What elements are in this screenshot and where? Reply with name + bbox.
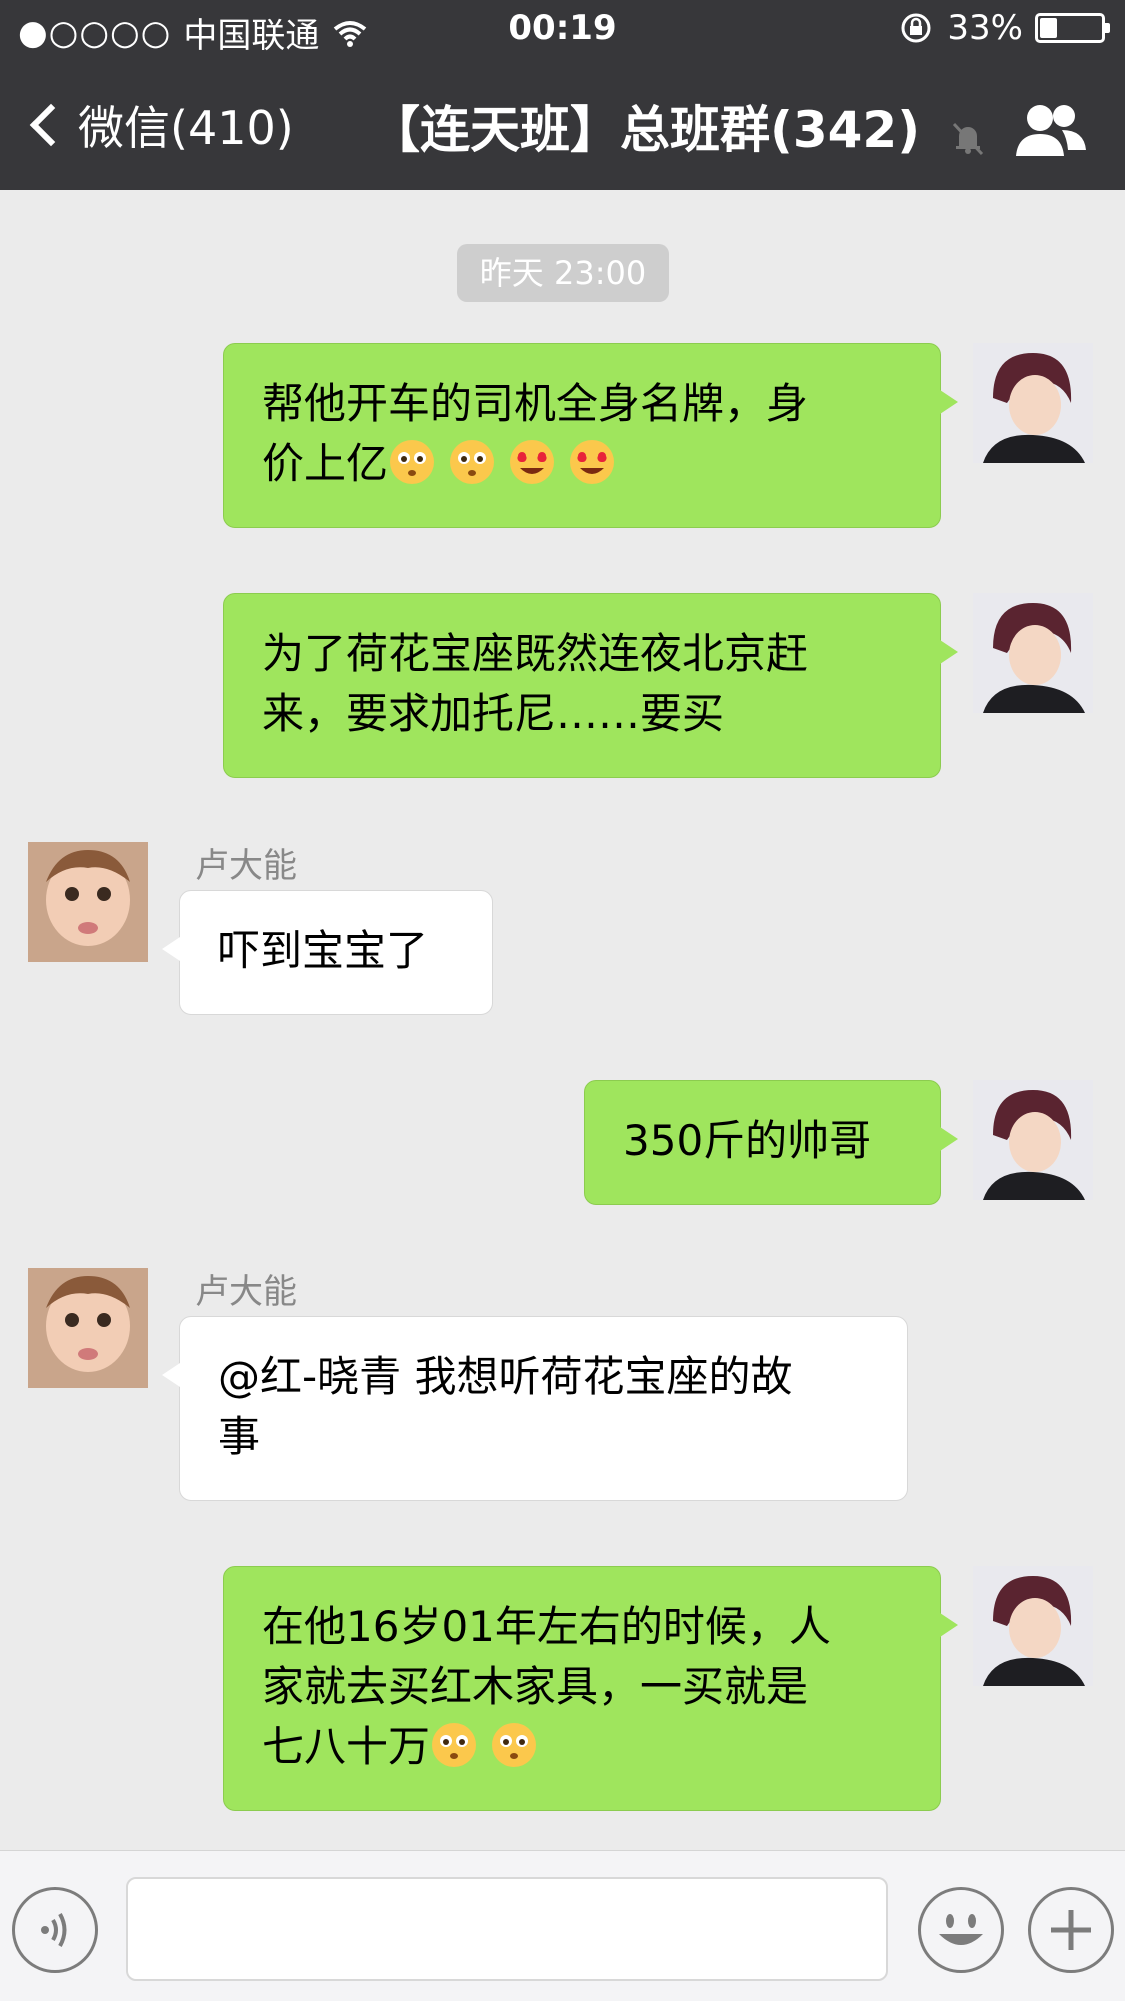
- message-text: 帮他开车的司机全身名牌，身: [262, 379, 809, 428]
- emoji-icon: [939, 1914, 983, 1945]
- chat-title: 【连天班】总班群(342): [370, 101, 921, 159]
- battery-percent: 33%: [947, 8, 1023, 48]
- message-text-line: 七八十万: [262, 1717, 902, 1777]
- nav-bar: 微信(410) 【连天班】总班群(342): [0, 60, 1125, 190]
- avatar-contact[interactable]: [28, 1268, 148, 1388]
- heart-eyes-emoji-icon: [570, 440, 615, 484]
- heart-eyes-emoji-icon: [510, 440, 555, 484]
- avatar-me[interactable]: [973, 593, 1093, 713]
- input-bar: [0, 1850, 1125, 2001]
- flushed-face-emoji-icon: [390, 440, 435, 484]
- message-bubble-sent[interactable]: 350斤的帅哥: [584, 1080, 958, 1205]
- message-bubble-received[interactable]: @红-晓青 我想听荷花宝座的故 事: [162, 1316, 908, 1501]
- plus-icon: [1051, 1910, 1091, 1950]
- mute-bell-icon: [952, 122, 984, 156]
- message-text: 家就去买红木家具，一买就是: [262, 1662, 809, 1711]
- message-text: 在他16岁01年左右的时候，人: [262, 1602, 831, 1651]
- voice-icon: [41, 1913, 67, 1947]
- message-text: 来，要求加托尼……要买: [262, 689, 725, 738]
- avatar-me[interactable]: [973, 1566, 1093, 1686]
- message-text: 价上亿: [262, 439, 389, 488]
- voice-button[interactable]: [12, 1887, 98, 1973]
- back-button[interactable]: 微信(410): [24, 92, 294, 158]
- flushed-face-emoji-icon: [450, 440, 495, 484]
- battery-level: [1040, 18, 1058, 38]
- message-bubble-received[interactable]: 吓到宝宝了: [162, 890, 493, 1015]
- avatar-me[interactable]: [973, 343, 1093, 463]
- status-bar: ●○○○○ 中国联通 00:19 33%: [0, 0, 1125, 60]
- back-label: 微信(410): [78, 101, 294, 155]
- sender-name: 卢大能: [195, 846, 297, 886]
- message-bubble-sent[interactable]: 在他16岁01年左右的时候，人 家就去买红木家具，一买就是 七八十万: [223, 1566, 958, 1811]
- group-members-icon[interactable]: [1012, 100, 1088, 160]
- avatar-me[interactable]: [973, 1080, 1093, 1200]
- rotation-lock-icon: [901, 13, 931, 43]
- message-text: 七八十万: [262, 1722, 431, 1771]
- message-text-line: 价上亿: [262, 434, 902, 494]
- message-text: 吓到宝宝了: [218, 926, 429, 975]
- sender-name: 卢大能: [195, 1272, 297, 1312]
- flushed-face-emoji-icon: [432, 1723, 477, 1767]
- message-bubble-sent[interactable]: 帮他开车的司机全身名牌，身 价上亿: [223, 343, 958, 528]
- message-bubble-sent[interactable]: 为了荷花宝座既然连夜北京赶 来，要求加托尼……要买: [223, 593, 958, 778]
- flushed-face-emoji-icon: [492, 1723, 537, 1767]
- emoji-button[interactable]: [918, 1887, 1004, 1973]
- chat-timestamp: 昨天 23:00: [457, 244, 669, 302]
- back-chevron-icon: [29, 103, 73, 147]
- message-text: 事: [218, 1412, 261, 1461]
- message-text: 350斤的帅哥: [623, 1116, 872, 1165]
- message-input[interactable]: [126, 1877, 888, 1981]
- avatar-contact[interactable]: [28, 842, 148, 962]
- message-text: 为了荷花宝座既然连夜北京赶: [262, 629, 809, 678]
- battery-icon: [1035, 13, 1110, 43]
- message-text: @红-晓青 我想听荷花宝座的故: [218, 1352, 793, 1401]
- more-button[interactable]: [1028, 1887, 1114, 1973]
